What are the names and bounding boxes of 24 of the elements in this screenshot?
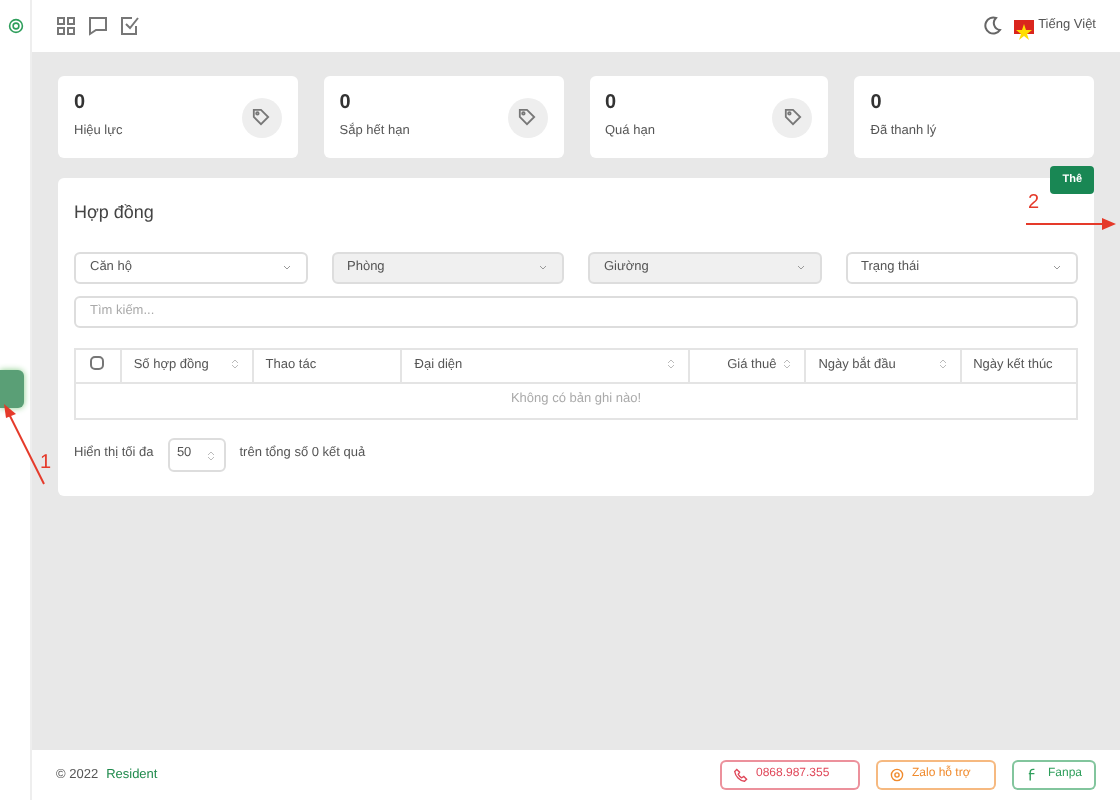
- tag-icon: [518, 108, 536, 126]
- support-icon: [889, 768, 904, 782]
- checkbox-icon[interactable]: [120, 16, 140, 36]
- select-all-checkbox[interactable]: [90, 356, 105, 371]
- panel-title: Hợp đồng: [74, 200, 154, 226]
- tag-icon: [783, 108, 802, 126]
- annotation-arrow: [1025, 218, 1116, 230]
- phone-icon: [733, 768, 748, 782]
- stat-value: 0: [605, 93, 619, 114]
- stat-value: 0: [74, 93, 88, 114]
- star-icon: [1014, 22, 1035, 42]
- logo-icon: [7, 18, 23, 34]
- tag-icon: [252, 108, 271, 126]
- stat-value: 0: [339, 93, 353, 114]
- annotation-arrow: [4, 404, 45, 485]
- facebook-icon: [1025, 768, 1040, 782]
- spinner-icon: [206, 449, 217, 461]
- sidebar-toggle-button[interactable]: [0, 370, 24, 408]
- chat-icon[interactable]: [88, 16, 108, 36]
- grid-icon[interactable]: [56, 16, 76, 36]
- stat-value: 0: [870, 93, 884, 114]
- moon-icon[interactable]: [982, 16, 1003, 36]
- annotation-label: 2: [1028, 194, 1040, 214]
- annotation-label: 1: [40, 454, 52, 474]
